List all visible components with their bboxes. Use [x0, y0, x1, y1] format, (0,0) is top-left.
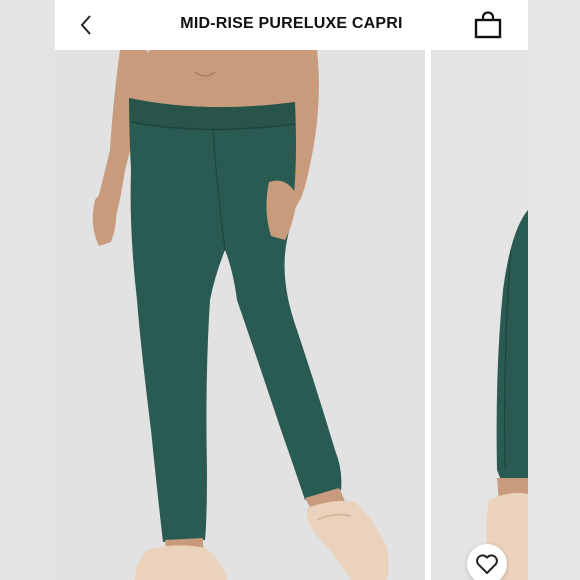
app-screen: MID-RISE PURELUXE CAPRI — [55, 0, 528, 580]
top-nav-bar: MID-RISE PURELUXE CAPRI — [55, 0, 528, 50]
model-in-leggings-photo — [55, 50, 425, 580]
model-side-view-photo — [431, 50, 528, 580]
product-image-front[interactable] — [55, 50, 425, 580]
shopping-bag-button[interactable] — [473, 10, 503, 40]
favorite-button[interactable] — [467, 544, 507, 580]
background-left — [0, 0, 55, 580]
shopping-bag-icon — [474, 11, 502, 39]
product-image-carousel[interactable] — [55, 50, 528, 580]
page-title: MID-RISE PURELUXE CAPRI — [180, 15, 403, 32]
product-image-side[interactable] — [431, 50, 528, 580]
heart-icon — [476, 554, 498, 574]
background-right — [528, 0, 580, 580]
